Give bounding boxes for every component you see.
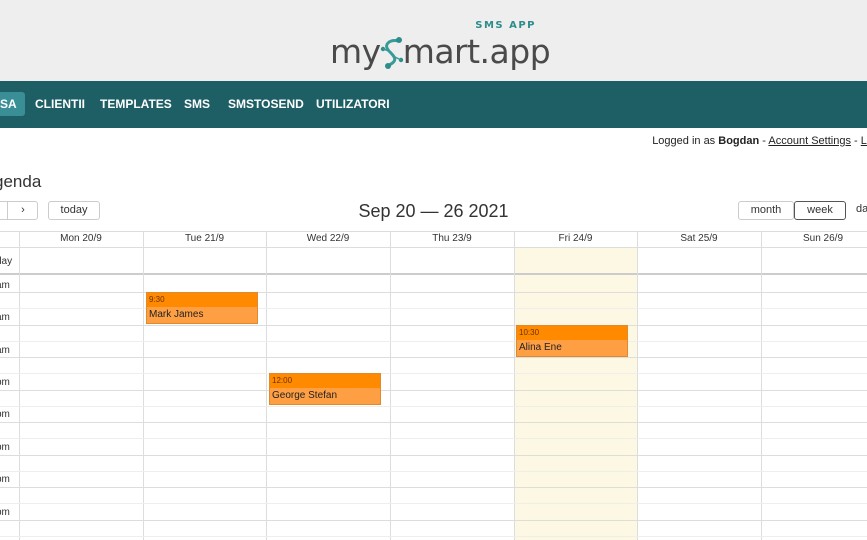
day-header-sun: Sun 26/9 [802, 233, 844, 244]
grid-line [0, 247, 867, 248]
account-settings-link[interactable]: Account Settings [768, 135, 851, 147]
grid-line [19, 231, 20, 540]
app-header: SMS APP my mart.app [0, 0, 867, 81]
nav-item-smstosend[interactable]: SMSTOSEND [228, 81, 304, 128]
logo-wordmark: my mart.app [330, 32, 551, 71]
logo-subtitle: SMS APP [475, 20, 536, 31]
event-title: Alina Ene [519, 342, 562, 353]
nav-item-utilizatori[interactable]: UTILIZATORI [316, 81, 390, 128]
time-label: am [0, 280, 10, 291]
grid-line [0, 503, 867, 504]
week-view-button[interactable]: week [794, 201, 846, 220]
logo-s-molecule-icon [380, 37, 403, 69]
grid-line [0, 341, 867, 342]
time-label: pm [0, 377, 10, 388]
event-title: George Stefan [272, 390, 338, 401]
nav-item-clientii[interactable]: CLIENTII [35, 81, 85, 128]
calendar-event[interactable]: 12:00 George Stefan [269, 373, 381, 405]
nav-item-templates[interactable]: TEMPLATES [100, 81, 172, 128]
day-header-sat: Sat 25/9 [680, 233, 718, 244]
day-header-fri: Fri 24/9 [558, 233, 593, 244]
grid-line [0, 520, 867, 521]
grid-line [761, 231, 762, 540]
month-view-button[interactable]: month [738, 201, 794, 220]
login-prefix: Logged in as [652, 135, 716, 147]
grid-line [0, 390, 867, 391]
login-sep-1: - [762, 135, 766, 147]
calendar-event[interactable]: 9:30 Mark James [146, 292, 258, 324]
logo-my: my [330, 32, 381, 71]
today-column-highlight [514, 247, 637, 540]
main-nav: SA CLIENTII TEMPLATES SMS SMSTOSEND UTIL… [0, 81, 867, 128]
event-title: Mark James [149, 309, 204, 320]
logo-rest: mart.app [402, 32, 551, 71]
grid-line [0, 357, 867, 358]
grid-line [0, 438, 867, 439]
calendar-event[interactable]: 10:30 Alina Ene [516, 325, 628, 357]
event-time: 12:00 [270, 374, 380, 388]
grid-line [0, 536, 867, 537]
grid-line [0, 471, 867, 472]
allday-divider [0, 273, 867, 275]
grid-line [0, 325, 867, 326]
time-label: pm [0, 507, 10, 518]
time-label: pm [0, 409, 10, 420]
nav-item-sms[interactable]: SMS [184, 81, 210, 128]
page-title: genda [0, 172, 42, 191]
grid-line [0, 292, 867, 293]
grid-line [143, 231, 144, 540]
week-calendar: Mon 20/9 Tue 21/9 Wed 22/9 Thu 23/9 Fri … [0, 231, 867, 540]
login-status: Logged in as Bogdan - Account Settings -… [652, 135, 867, 147]
brand-logo[interactable]: SMS APP my mart.app [330, 20, 551, 72]
logout-link[interactable]: Lo [861, 135, 867, 147]
grid-line [0, 422, 867, 423]
grid-line [0, 373, 867, 374]
calendar-title: Sep 20 — 26 2021 [358, 201, 509, 221]
grid-line [0, 487, 867, 488]
time-label: pm [0, 442, 10, 453]
day-header-thu: Thu 23/9 [432, 233, 472, 244]
day-view-button[interactable]: da [846, 201, 867, 220]
event-time: 9:30 [147, 293, 257, 307]
grid-line [0, 308, 867, 309]
grid-line [637, 231, 638, 540]
grid-line [514, 231, 515, 540]
day-header-tue: Tue 21/9 [184, 233, 225, 244]
grid-line [0, 455, 867, 456]
grid-line [266, 231, 267, 540]
time-label: pm [0, 474, 10, 485]
nav-item-casa[interactable]: SA [0, 92, 25, 116]
day-header-mon: Mon 20/9 [60, 233, 102, 244]
grid-line [390, 231, 391, 540]
day-header-wed: Wed 22/9 [306, 233, 350, 244]
time-label: am [0, 312, 10, 323]
login-username: Bogdan [718, 135, 760, 147]
login-sep-2: - [854, 135, 858, 147]
event-time: 10:30 [517, 326, 627, 340]
time-label: am [0, 345, 10, 356]
allday-label: day [0, 256, 13, 267]
grid-line [0, 406, 867, 407]
